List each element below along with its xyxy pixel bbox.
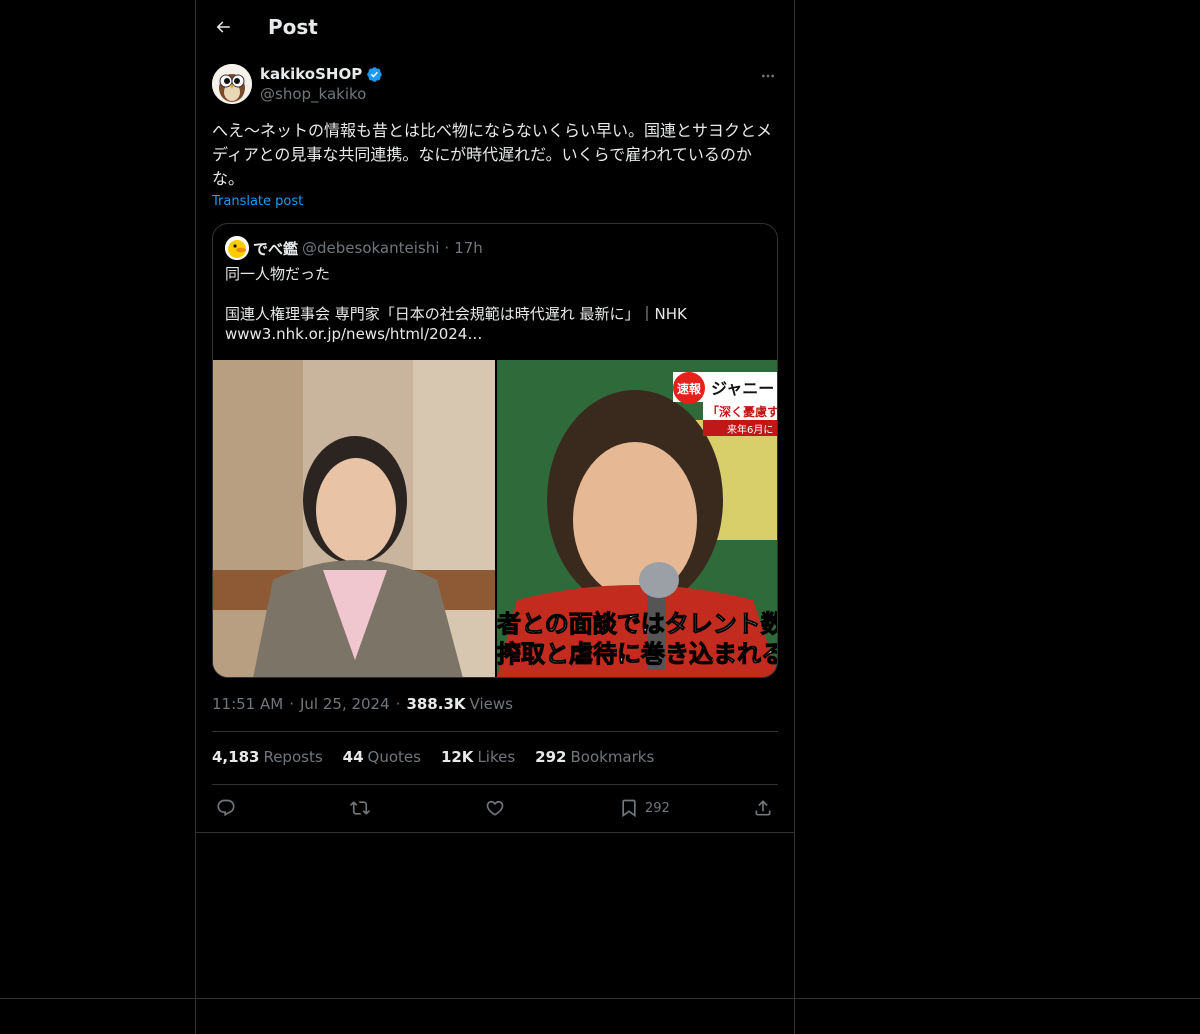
post-date[interactable]: Jul 25, 2024 — [300, 695, 390, 713]
more-button[interactable] — [758, 66, 778, 86]
author-row: kakikoSHOP @shop_kakiko — [212, 64, 778, 108]
page-title: Post — [268, 15, 318, 39]
divider — [212, 784, 778, 785]
quotes-stat[interactable]: 44 Quotes — [343, 748, 421, 766]
translate-post-link[interactable]: Translate post — [212, 194, 303, 209]
separator-dot: · — [289, 695, 294, 713]
subhead2-text: 来年6月に — [727, 423, 773, 436]
like-icon — [486, 800, 504, 816]
quoted-post-header: でべ鑑 @debesokanteishi · 17h — [225, 236, 483, 260]
quoted-post-text: 同一人物だった 国連人権理事会 専門家「日本の社会規範は時代遅れ 最新に」｜NH… — [225, 265, 687, 343]
share-button[interactable] — [753, 798, 773, 818]
reposts-stat[interactable]: 4,183 Reposts — [212, 748, 323, 766]
subhead-text: 「深く憂慮す — [707, 404, 778, 419]
owl-avatar-icon — [212, 64, 252, 104]
reply-icon — [217, 799, 235, 817]
right-column-border — [794, 0, 795, 1034]
breaking-badge: 速報 — [677, 381, 702, 396]
quoted-avatar — [225, 236, 249, 260]
reply-button[interactable] — [216, 798, 236, 818]
back-arrow-icon — [216, 21, 230, 33]
separator-dot: · — [444, 239, 450, 257]
quoted-author-name: でべ鑑 — [253, 239, 299, 258]
separator-dot: · — [395, 695, 401, 713]
bookmark-count: 292 — [645, 800, 670, 816]
post-header: Post — [196, 0, 794, 54]
back-button[interactable] — [212, 16, 234, 38]
caption-line-2: 搾取と虐待に巻き込まれると — [497, 640, 778, 668]
bookmark-button[interactable]: 292 — [619, 798, 670, 818]
quoted-media[interactable]: 速報 ジャニー 「深く憂慮す 来年6月に 者との面談ではタレント数百 搾取と虐待… — [213, 360, 778, 677]
like-button[interactable] — [485, 798, 505, 818]
likes-stat[interactable]: 12K Likes — [441, 748, 515, 766]
post-detail-column: Post kakikoSHOP @shop_kakiko へえ〜ネットの情報も昔… — [196, 0, 794, 833]
post-text: へえ〜ネットの情報も昔とは比べ物にならないくらい早い。国連とサヨクとメディアとの… — [212, 121, 773, 188]
author-handle[interactable]: @shop_kakiko — [260, 85, 383, 103]
divider — [212, 731, 778, 732]
quoted-post[interactable]: でべ鑑 @debesokanteishi · 17h 同一人物だった 国連人権理… — [212, 223, 778, 678]
media-image-right[interactable]: 速報 ジャニー 「深く憂慮す 来年6月に 者との面談ではタレント数百 搾取と虐待… — [497, 360, 778, 677]
views-count: 388.3K — [406, 695, 466, 713]
verified-badge-icon — [367, 66, 382, 82]
views-label: Views — [469, 695, 513, 713]
quoted-post-time: 17h — [454, 239, 483, 257]
duck-avatar-icon — [225, 236, 249, 260]
bookmarks-stat[interactable]: 292 Bookmarks — [535, 748, 654, 766]
share-icon — [755, 800, 771, 816]
author-info: kakikoSHOP @shop_kakiko — [260, 65, 383, 103]
post-bottom-border — [196, 832, 794, 833]
avatar[interactable] — [212, 64, 252, 104]
bookmark-icon — [622, 799, 636, 818]
repost-button[interactable] — [350, 798, 370, 818]
author-name[interactable]: kakikoSHOP — [260, 65, 362, 83]
repost-icon — [350, 801, 370, 815]
bottom-divider — [0, 998, 1200, 999]
quoted-author-handle: @debesokanteishi — [302, 239, 440, 257]
left-column-border — [195, 0, 196, 1034]
caption-line-1: 者との面談ではタレント数百 — [497, 610, 778, 638]
action-bar: 292 — [212, 796, 778, 824]
post-time[interactable]: 11:51 AM — [212, 695, 283, 713]
engagement-stats: 4,183 Reposts 44 Quotes 12K Likes 292 Bookma… — [212, 748, 674, 766]
headline-text: ジャニー — [711, 379, 774, 398]
post-meta: 11:51 AM · Jul 25, 2024 · 388.3K Views — [212, 695, 513, 713]
more-icon — [762, 74, 774, 78]
media-image-left[interactable] — [213, 360, 495, 677]
